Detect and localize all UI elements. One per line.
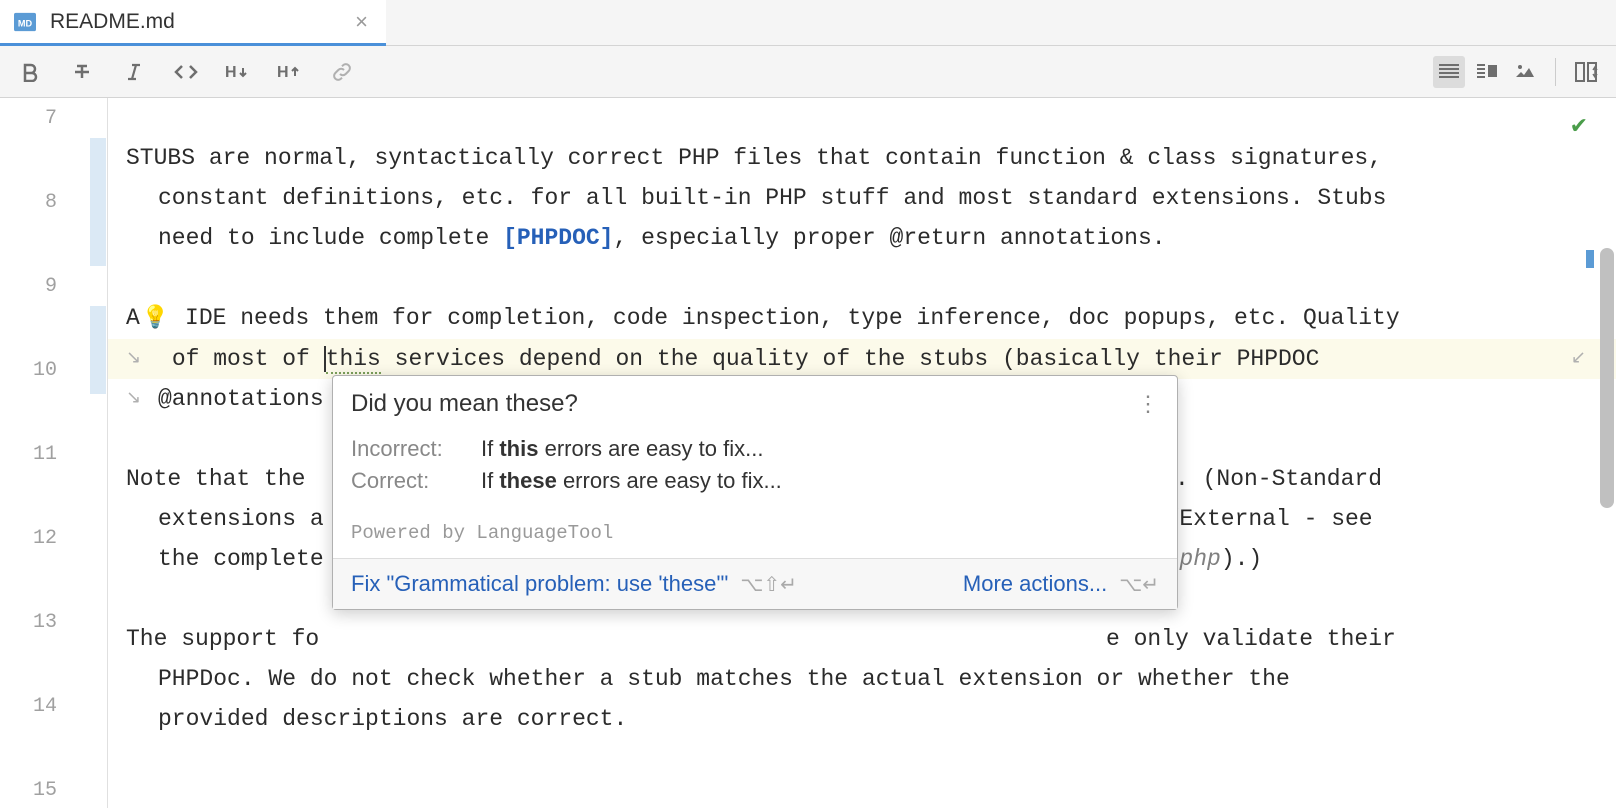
correct-example-row: Correct: If these errors are easy to fix… — [351, 468, 1159, 494]
popup-more-icon[interactable]: ⋮ — [1137, 391, 1159, 417]
tab-bar: MD README.md × — [0, 0, 1616, 46]
svg-text:MD: MD — [18, 18, 33, 28]
code-line-wrap[interactable]: PHPDoc. We do not check whether a stub m… — [108, 659, 1616, 699]
correct-label: Correct: — [351, 468, 481, 494]
incorrect-example-row: Incorrect: If this errors are easy to fi… — [351, 436, 1159, 462]
heading-up-button[interactable]: H — [274, 56, 306, 88]
code-line[interactable]: A💡 IDE needs them for completion, code i… — [108, 298, 1616, 339]
soft-wrap-icon: ↙ — [1571, 339, 1586, 379]
line-number: 7 — [0, 98, 107, 138]
code-line-wrap[interactable]: constant definitions, etc. for all built… — [108, 178, 1616, 218]
soft-wrap-icon: ↘ — [126, 339, 141, 379]
line-number: 13 — [0, 602, 107, 642]
code-line[interactable] — [108, 258, 1616, 298]
popup-title: Did you mean these? — [351, 390, 1137, 418]
powered-by-label: Powered by LanguageTool — [333, 514, 1177, 558]
split-view-button[interactable] — [1471, 56, 1503, 88]
scrollbar-thumb[interactable] — [1600, 248, 1614, 508]
markdown-link[interactable]: [PHPDOC] — [503, 225, 613, 251]
incorrect-label: Incorrect: — [351, 436, 481, 462]
svg-text:H: H — [277, 64, 289, 81]
code-line-wrap[interactable]: provided descriptions are correct. — [108, 699, 1616, 739]
file-tab[interactable]: MD README.md × — [0, 0, 386, 46]
scrollbar-marker — [1586, 250, 1594, 268]
layout-settings-button[interactable] — [1570, 56, 1602, 88]
preview-view-button[interactable] — [1509, 56, 1541, 88]
tab-filename: README.md — [50, 10, 347, 34]
heading-down-button[interactable]: H — [222, 56, 254, 88]
shortcut-hint: ⌥↵ — [1119, 572, 1159, 597]
gutter-change-mark — [90, 306, 106, 394]
code-line[interactable]: STUBS are normal, syntactically correct … — [108, 138, 1616, 178]
line-number: 11 — [0, 434, 107, 474]
line-number: 12 — [0, 474, 107, 602]
line-number: 15 — [0, 770, 107, 810]
toolbar-separator — [1555, 58, 1556, 86]
code-line-wrap[interactable]: need to include complete [PHPDOC], espec… — [108, 218, 1616, 258]
line-number: 9 — [0, 266, 107, 306]
code-line[interactable]: The support foxxxxxxxxxxxxxxxxxxxxxxxxxx… — [108, 619, 1616, 659]
intention-bulb-icon[interactable]: 💡 — [142, 306, 169, 331]
more-actions-link[interactable]: More actions... — [963, 571, 1107, 597]
markdown-file-icon: MD — [14, 11, 36, 33]
grammar-suggestion-popup: Did you mean these? ⋮ Incorrect: If this… — [332, 375, 1178, 610]
italic-button[interactable] — [118, 56, 150, 88]
markdown-toolbar: H H — [0, 46, 1616, 98]
editor-view-button[interactable] — [1433, 56, 1465, 88]
gutter-change-mark — [90, 138, 106, 266]
strikethrough-button[interactable] — [66, 56, 98, 88]
code-button[interactable] — [170, 56, 202, 88]
line-number: 14 — [0, 642, 107, 770]
line-number-gutter: 7 8 9 10 11 12 13 14 15 — [0, 98, 108, 808]
link-button[interactable] — [326, 56, 358, 88]
svg-text:H: H — [225, 64, 237, 81]
code-line[interactable] — [108, 98, 1616, 138]
vertical-scrollbar[interactable] — [1598, 98, 1616, 808]
grammar-error-span[interactable]: this — [326, 346, 381, 374]
code-line[interactable] — [108, 739, 1616, 779]
shortcut-hint: ⌥⇧↵ — [740, 572, 797, 597]
soft-wrap-icon: ↘ — [126, 379, 141, 419]
fix-action-link[interactable]: Fix "Grammatical problem: use 'these'" — [351, 571, 728, 597]
bold-button[interactable] — [14, 56, 46, 88]
close-tab-icon[interactable]: × — [347, 9, 376, 35]
code-line-wrap[interactable]: ↘ of most of this services depend on the… — [108, 339, 1616, 379]
